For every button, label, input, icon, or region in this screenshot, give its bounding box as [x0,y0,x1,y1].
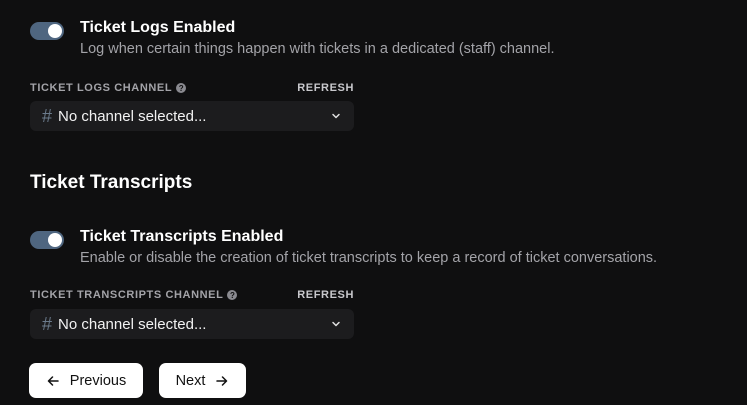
ticket-logs-refresh-button[interactable]: REFRESH [297,82,354,94]
ticket-logs-toggle-text: Ticket Logs Enabled Log when certain thi… [80,18,555,59]
ticket-logs-toggle[interactable] [30,22,64,40]
ticket-transcripts-channel-select[interactable]: # No channel selected... [30,309,354,339]
ticket-logs-toggle-row: Ticket Logs Enabled Log when certain thi… [30,18,555,59]
ticket-logs-title: Ticket Logs Enabled [80,19,236,36]
ticket-transcripts-channel-label-text: TICKET TRANSCRIPTS CHANNEL [30,289,224,301]
ticket-logs-channel-label-text: TICKET LOGS CHANNEL [30,82,173,94]
ticket-logs-channel-label: TICKET LOGS CHANNEL ? [30,82,187,94]
arrow-left-icon [47,375,59,386]
previous-button[interactable]: Previous [29,363,143,398]
hash-icon: # [42,106,53,126]
toggle-knob [48,24,62,38]
ticket-transcripts-description: Enable or disable the creation of ticket… [80,250,658,266]
arrow-right-icon [216,375,228,386]
toggle-knob [48,233,62,247]
chevron-down-icon [332,321,340,327]
ticket-transcripts-refresh-button[interactable]: REFRESH [297,289,354,301]
ticket-transcripts-title: Ticket Transcripts Enabled [80,228,284,245]
ticket-transcripts-heading: Ticket Transcripts [30,172,193,193]
chevron-down-icon [332,113,340,119]
question-circle-icon[interactable]: ? [176,83,187,93]
ticket-transcripts-toggle[interactable] [30,231,64,249]
hash-icon: # [42,314,53,334]
ticket-transcripts-channel-label: TICKET TRANSCRIPTS CHANNEL ? [30,289,238,301]
ticket-logs-channel-value: No channel selected... [58,107,207,125]
next-button[interactable]: Next [159,363,246,398]
ticket-logs-channel-label-row: TICKET LOGS CHANNEL ? REFRESH [30,82,354,94]
ticket-logs-description: Log when certain things happen with tick… [80,41,555,57]
next-button-label: Next [175,372,206,389]
previous-button-label: Previous [69,372,127,389]
question-circle-icon[interactable]: ? [227,290,238,300]
ticket-logs-channel-select[interactable]: # No channel selected... [30,101,354,131]
ticket-transcripts-channel-value: No channel selected... [58,315,207,333]
ticket-transcripts-toggle-row: Ticket Transcripts Enabled Enable or dis… [30,227,657,268]
ticket-transcripts-toggle-text: Ticket Transcripts Enabled Enable or dis… [80,227,657,268]
ticket-transcripts-channel-label-row: TICKET TRANSCRIPTS CHANNEL ? REFRESH [30,289,354,301]
